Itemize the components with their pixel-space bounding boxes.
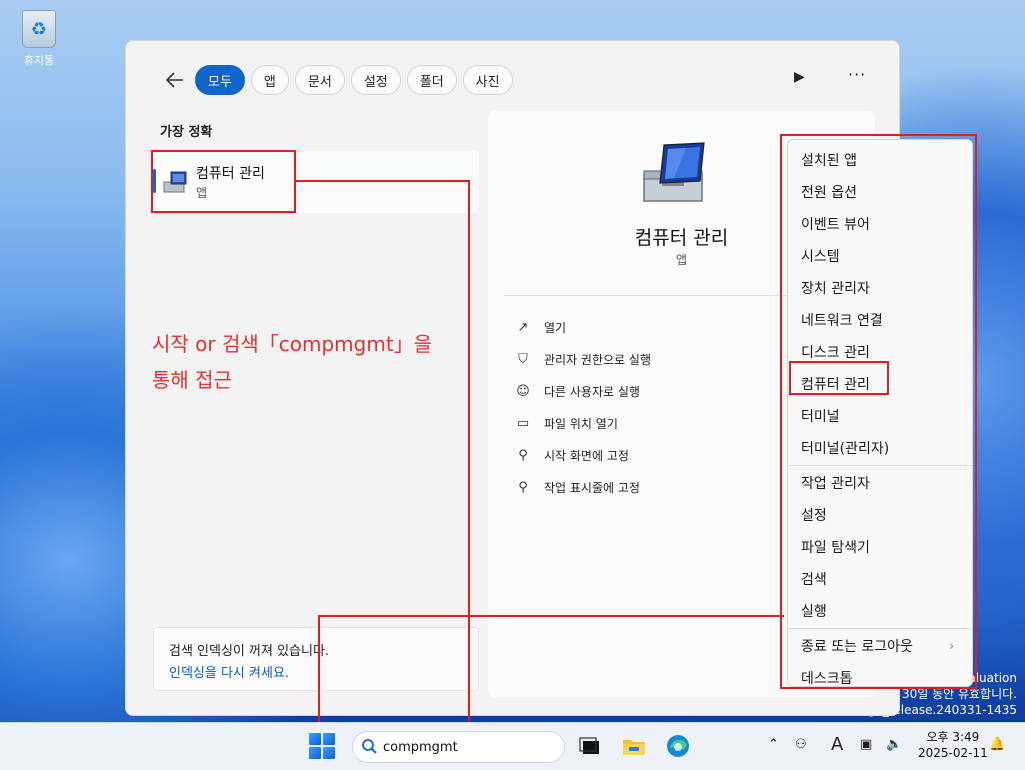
network-icon[interactable]: ▣ [860,737,872,752]
arrow-left-icon [166,72,183,88]
connector-line [318,615,320,730]
action-open-file-location[interactable]: ▭ 파일 위치 열기 [514,407,651,439]
recycle-bin[interactable]: ♻ 휴지통 [14,10,64,68]
action-label: 파일 위치 열기 [544,416,618,431]
ellipsis-icon: ··· [848,65,867,84]
best-match-heading: 가장 정확 [160,125,213,140]
folder-icon: ▭ [516,415,530,431]
shield-icon: ⛉ [518,351,528,367]
open-external-icon: ↗ [517,319,529,335]
indexing-notice: 검색 인덱싱이 꺼져 있습니다. 인덱싱을 다시 켜세요. [153,627,479,691]
tab-apps[interactable]: 앱 [250,65,289,95]
tab-folders[interactable]: 폴더 [406,65,457,95]
back-button[interactable] [162,67,188,93]
connector-line [468,180,470,728]
recycle-icon: ♻ [22,10,56,48]
more-options-button[interactable]: ··· [848,65,866,84]
clock-time: 오후 3:49 [926,730,980,744]
enable-indexing-link[interactable]: 인덱싱을 다시 켜세요. [169,662,289,681]
search-filter-bar: 모두 앱 문서 설정 폴더 사진 ▶ ··· [126,65,899,95]
clock-date: 2025-02-11 [918,746,988,760]
taskbar-search-input[interactable]: compmgmt [352,731,565,763]
file-explorer-icon[interactable] [621,733,647,759]
more-filters-button[interactable]: ▶ [794,69,805,85]
annotation-line: 시작 or 검색「compmgmt」을 [152,332,433,356]
taskbar: compmgmt ⌃ ⚇ A ▣ 🔈 오후 3:49 2025-02-11 🔔 [0,722,1025,770]
computer-management-icon [643,142,705,202]
indexing-message: 검색 인덱싱이 꺼져 있습니다. [169,644,330,659]
ime-indicator[interactable]: A [831,734,843,755]
action-label: 열기 [544,320,567,335]
system-clock[interactable]: 오후 3:49 2025-02-11 [918,729,988,761]
action-list: ↗ 열기 ⛉ 관리자 권한으로 실행 ☺ 다른 사용자로 실행 ▭ 파일 위치 … [514,311,651,503]
tab-all[interactable]: 모두 [195,65,245,95]
tab-photos[interactable]: 사진 [462,65,513,95]
action-label: 다른 사용자로 실행 [544,384,640,399]
tab-documents[interactable]: 문서 [294,65,345,95]
pin-icon: ⚲ [518,479,528,495]
start-button[interactable] [309,733,335,759]
tab-settings[interactable]: 설정 [350,65,401,95]
action-open[interactable]: ↗ 열기 [514,311,651,343]
highlight-computer-management [789,361,889,395]
action-pin-to-taskbar[interactable]: ⚲ 작업 표시줄에 고정 [514,471,651,503]
connector-line [318,615,784,617]
search-value: compmgmt [383,739,458,755]
recycle-bin-label: 휴지통 [23,54,55,67]
search-icon [362,739,377,754]
task-view-icon[interactable] [577,733,603,759]
user-switch-icon: ☺ [516,383,530,399]
highlight-context-menu [780,134,977,689]
notification-icon[interactable]: 🔔 [989,737,1005,752]
edge-browser-icon[interactable] [665,733,691,759]
action-run-as-admin[interactable]: ⛉ 관리자 권한으로 실행 [514,343,651,375]
annotation-text: 시작 or 검색「compmgmt」을 통해 접근 [152,326,432,398]
windows-logo-icon [309,733,321,745]
action-label: 작업 표시줄에 고정 [544,480,640,495]
connector-line [295,180,470,182]
play-icon: ▶ [794,69,805,85]
filter-tabs: 모두 앱 문서 설정 폴더 사진 [195,65,513,95]
chevron-up-icon[interactable]: ⌃ [768,737,779,752]
action-pin-to-start[interactable]: ⚲ 시작 화면에 고정 [514,439,651,471]
people-icon[interactable]: ⚇ [795,737,807,752]
action-label: 시작 화면에 고정 [544,448,629,463]
volume-icon[interactable]: 🔈 [886,737,902,752]
highlight-best-match [151,150,296,213]
action-label: 관리자 권한으로 실행 [544,352,651,367]
pin-icon: ⚲ [518,447,528,463]
action-run-as-other-user[interactable]: ☺ 다른 사용자로 실행 [514,375,651,407]
annotation-line: 통해 접근 [152,368,232,392]
